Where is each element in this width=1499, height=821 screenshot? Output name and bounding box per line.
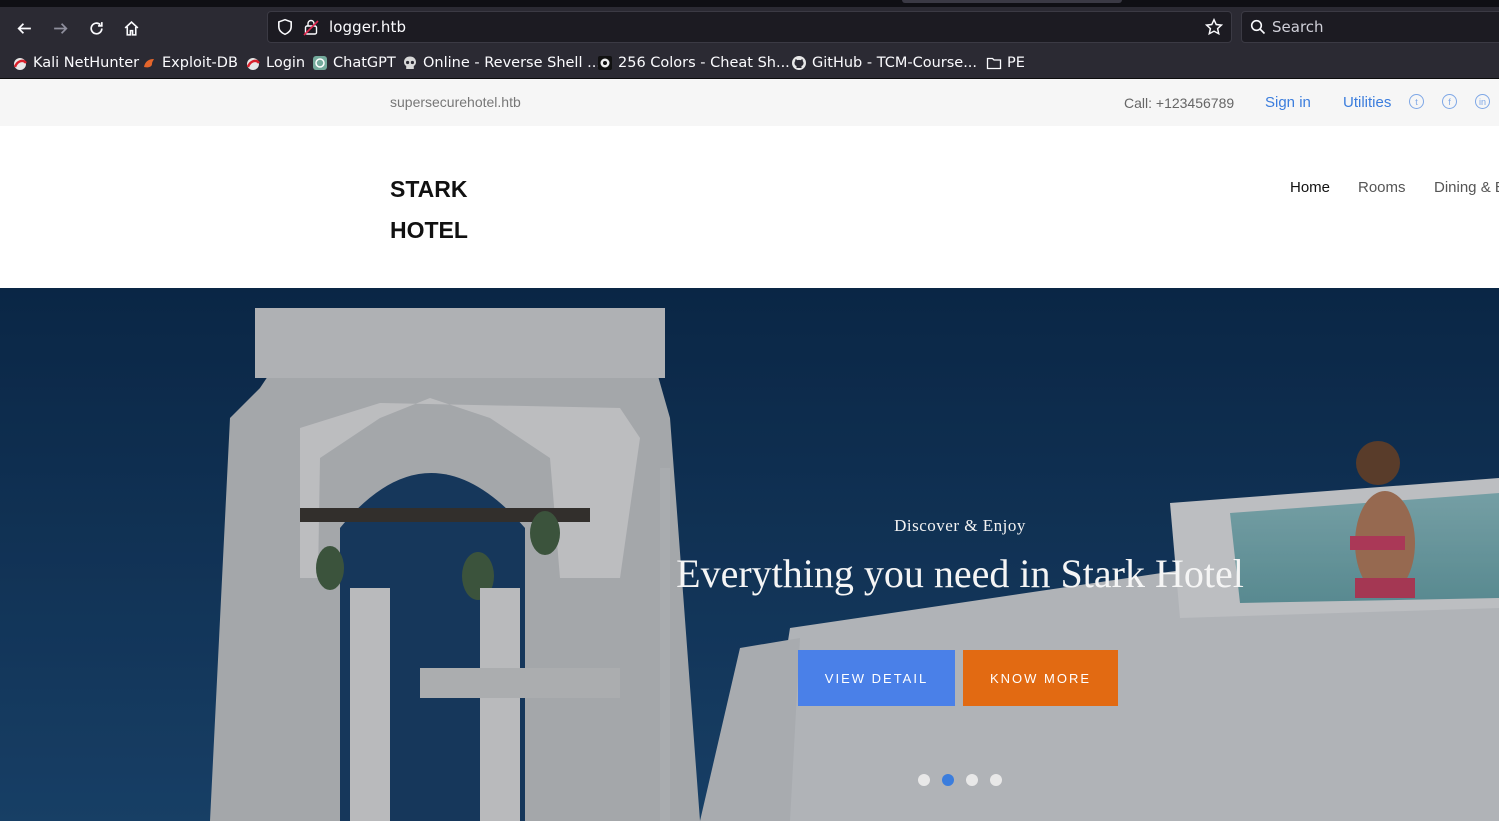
phone-number: Call: +123456789 [1124,95,1235,111]
insecure-lock-icon[interactable] [303,18,319,36]
exploit-db-icon [144,59,154,68]
url-text[interactable]: logger.htb [329,18,406,36]
bookmark-star-icon[interactable] [1205,18,1223,36]
site-logo[interactable]: STARK HOTEL [390,169,500,251]
site-header: STARK HOTEL Home Rooms Dining & E [0,126,1499,288]
logo-line-2: HOTEL [390,217,468,243]
bookmarks-bar: Kali NetHunter Exploit-DB Login ChatGPT … [0,47,1499,79]
slider-dot-4[interactable] [990,774,1002,786]
back-button[interactable] [10,14,38,42]
bookmark-label: Exploit-DB [162,55,238,71]
nav-home[interactable]: Home [1290,179,1330,196]
twitter-icon[interactable]: t [1409,94,1424,109]
home-button[interactable] [117,14,145,42]
bookmark-github[interactable]: GitHub - TCM-Course... [791,53,977,73]
folder-icon [986,57,1002,70]
bookmark-login[interactable]: Login [245,53,305,73]
reload-button[interactable] [82,14,110,42]
nav-dining[interactable]: Dining & E [1434,179,1499,196]
bookmark-label: ChatGPT [333,55,396,71]
shield-icon[interactable] [276,18,294,36]
back-arrow-icon [16,22,31,34]
search-input[interactable] [1272,16,1492,38]
slider-dot-2[interactable] [942,774,954,786]
browser-toolbar: logger.htb [0,7,1499,47]
logo-line-1: STARK [390,176,468,202]
view-detail-button[interactable]: VIEW DETAIL [798,650,955,706]
slider-dot-1[interactable] [918,774,930,786]
facebook-icon[interactable]: f [1442,94,1457,109]
bookmark-label: 256 Colors - Cheat Sh... [618,55,790,71]
hero-slider: Discover & Enjoy Everything you need in … [0,288,1499,821]
bookmark-kali-nethunter[interactable]: Kali NetHunter [12,53,139,73]
web-page: supersecurehotel.htb Call: +123456789 Si… [0,79,1499,821]
hero-kicker: Discover & Enjoy [894,516,1026,535]
bookmark-label: Kali NetHunter [33,55,140,71]
colors-icon [598,56,612,70]
linkedin-icon[interactable]: in [1475,94,1490,109]
search-bar[interactable] [1241,11,1499,43]
url-bar[interactable]: logger.htb [267,11,1232,43]
sign-in-link[interactable]: Sign in [1265,94,1311,111]
chatgpt-icon [313,56,327,70]
forward-arrow-icon [53,22,68,34]
skull-icon [404,56,416,69]
bookmark-label: Login [266,55,306,71]
github-icon [792,56,806,70]
active-tab[interactable] [902,0,1122,3]
tab-strip [0,0,1499,7]
slider-dot-3[interactable] [966,774,978,786]
kali-nethunter-icon [13,58,27,70]
utilities-link[interactable]: Utilities [1343,94,1391,111]
bookmark-label: PE [1007,55,1025,71]
hero-headline: Everything you need in Stark Hotel [676,551,1244,596]
bookmark-chatgpt[interactable]: ChatGPT [312,53,396,73]
search-icon [1250,19,1266,35]
site-domain: supersecurehotel.htb [390,94,521,110]
forward-button[interactable] [46,14,74,42]
bookmark-exploit-db[interactable]: Exploit-DB [141,53,238,73]
bookmark-reverse-shell[interactable]: Online - Reverse Shell ... [402,53,601,73]
site-topbar: supersecurehotel.htb Call: +123456789 Si… [0,79,1499,126]
login-icon [246,58,260,70]
bookmark-label: Online - Reverse Shell ... [423,55,601,71]
reload-icon [89,21,103,35]
bookmark-folder-pe[interactable]: PE [986,53,1025,73]
home-icon [124,20,138,36]
slider-dots [918,774,1002,786]
bookmark-label: GitHub - TCM-Course... [812,55,978,71]
know-more-button[interactable]: KNOW MORE [963,650,1118,706]
nav-rooms[interactable]: Rooms [1358,179,1406,196]
bookmark-256-colors[interactable]: 256 Colors - Cheat Sh... [597,53,790,73]
